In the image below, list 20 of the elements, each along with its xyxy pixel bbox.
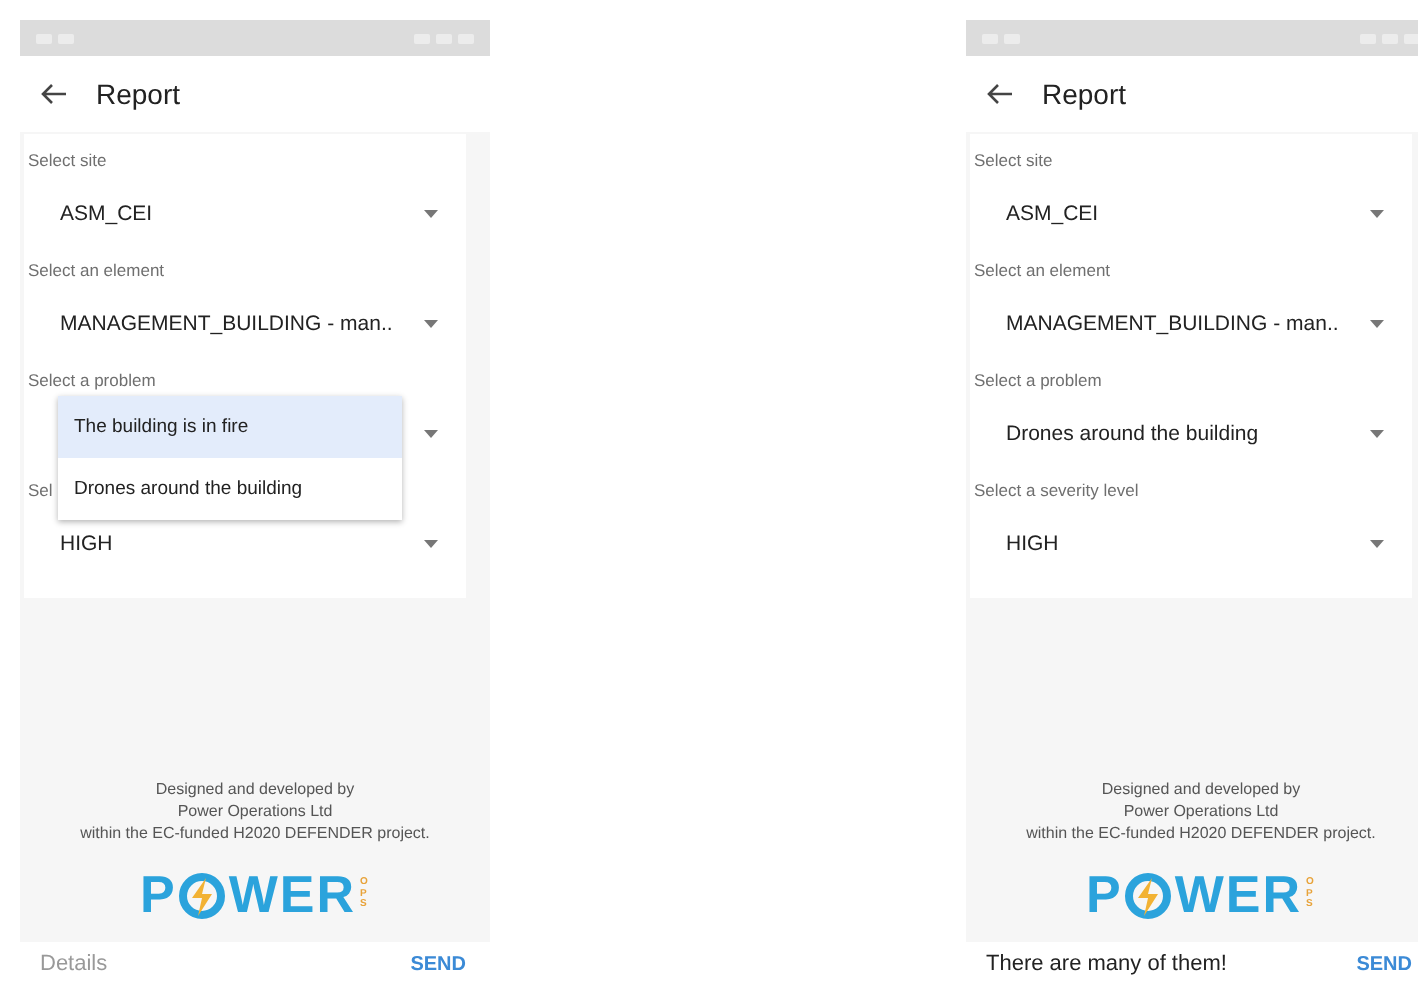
credits-text: Power Operations Ltd	[1123, 800, 1279, 822]
field-label: Select an element	[26, 260, 165, 280]
field-label: Sel	[26, 480, 53, 500]
credits-text: within the EC-funded H2020 DEFENDER project.	[80, 822, 430, 844]
logo-text: P	[1085, 864, 1123, 926]
field-label: Select site	[972, 150, 1053, 170]
logo-text: WER	[228, 864, 356, 926]
field-label: Select a severity level	[972, 480, 1139, 500]
field-label: Select a problem	[26, 370, 156, 390]
credits-text: Designed and developed by	[155, 778, 355, 800]
credits-text: Designed and developed by	[1101, 778, 1301, 800]
logo-text: WER	[1174, 864, 1302, 926]
field-label: Select a problem	[972, 370, 1102, 390]
field-label: Select site	[26, 150, 107, 170]
field-label: Select an element	[972, 260, 1111, 280]
credits-text: Power Operations Ltd	[177, 800, 333, 822]
logo-text: P	[139, 864, 177, 926]
screen-title: Report	[96, 78, 181, 110]
screen-title: Report	[1042, 78, 1127, 110]
credits-text: within the EC-funded H2020 DEFENDER project.	[1026, 822, 1376, 844]
